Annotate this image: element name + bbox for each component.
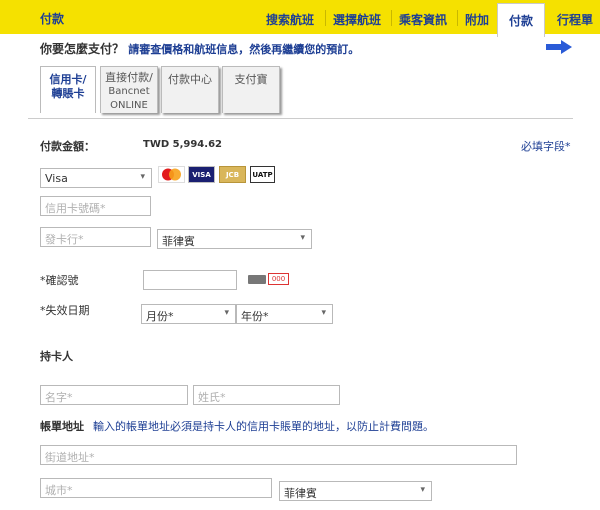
expiry-month-select[interactable]: 月份* xyxy=(141,304,236,324)
cvv-icon-text: 000 xyxy=(268,273,289,285)
street-placeholder: 街道地址* xyxy=(45,451,95,464)
expiry-month-value: 月份* xyxy=(146,310,174,323)
top-bar: 付款 搜索航班 選擇航班 乘客資訊 附加 付款 行程單 xyxy=(0,0,600,37)
nav-select-flight[interactable]: 選擇航班 xyxy=(333,11,381,28)
divider xyxy=(28,118,573,119)
issuer-country-select[interactable]: 菲律賓 xyxy=(157,229,312,249)
tab-credit-card[interactable]: 信用卡/ 轉賬卡 xyxy=(40,66,96,113)
card-number-input[interactable]: 信用卡號碼* xyxy=(40,196,151,216)
country-value: 菲律賓 xyxy=(284,487,317,500)
required-fields-note: 必填字段* xyxy=(521,140,571,153)
issuer-input[interactable]: 發卡行* xyxy=(40,227,151,247)
payment-question-text: 你要怎麼支付？ xyxy=(40,42,125,56)
cardholder-heading: 持卡人 xyxy=(40,350,73,363)
nav-extras[interactable]: 附加 xyxy=(465,11,489,28)
expiry-year-select[interactable]: 年份* xyxy=(236,304,333,324)
amount-value: TWD 5,994.62 xyxy=(143,139,222,150)
card-stripe xyxy=(248,275,266,284)
tab-direct-payment[interactable]: 直接付款/ Bancnet ONLINE xyxy=(100,66,158,113)
tab-payment-center[interactable]: 付款中心 xyxy=(161,66,219,113)
issuer-placeholder: 發卡行* xyxy=(45,233,84,246)
billing-address-note: 輸入的帳單地址必須是持卡人的信用卡賬單的地址，以防止計費問題。 xyxy=(93,420,434,433)
card-type-select[interactable]: Visa xyxy=(40,168,152,188)
amount-label: 付款金額： xyxy=(40,140,95,153)
last-name-placeholder: 姓氏* xyxy=(198,391,226,404)
tab-alipay[interactable]: 支付寶 xyxy=(222,66,280,113)
tab-label: 直接付款/ xyxy=(105,71,153,84)
expiry-label: *失效日期 xyxy=(40,304,90,317)
country-select[interactable]: 菲律賓 xyxy=(279,481,432,501)
page-title: 付款 xyxy=(40,12,65,26)
nav-divider xyxy=(325,10,326,26)
cvv-label: *確認號 xyxy=(40,274,79,287)
city-input[interactable]: 城市* xyxy=(40,478,272,498)
last-name-input[interactable]: 姓氏* xyxy=(193,385,340,405)
tab-label: Bancnet xyxy=(108,86,150,97)
nav-search-flights[interactable]: 搜索航班 xyxy=(266,11,314,28)
expiry-year-value: 年份* xyxy=(241,310,269,323)
city-placeholder: 城市* xyxy=(45,484,73,497)
jcb-icon-label: JCB xyxy=(225,171,240,179)
arrow-right-icon[interactable] xyxy=(546,40,572,54)
cvv-card-icon: 000 xyxy=(248,273,289,285)
visa-icon-label: VISA xyxy=(192,171,211,179)
nav-divider xyxy=(391,10,392,26)
first-name-input[interactable]: 名字* xyxy=(40,385,188,405)
first-name-placeholder: 名字* xyxy=(45,391,73,404)
nav-payment-label: 付款 xyxy=(509,14,534,28)
nav-divider xyxy=(457,10,458,26)
uatp-icon-label: UATP xyxy=(252,171,273,179)
visa-icon: VISA xyxy=(188,166,215,183)
card-type-value: Visa xyxy=(45,172,68,185)
mastercard-icon xyxy=(158,166,185,183)
tab-label: ONLINE xyxy=(110,100,148,111)
tab-label: 轉賬卡 xyxy=(51,87,85,100)
cvv-input[interactable] xyxy=(143,270,237,290)
uatp-icon: UATP xyxy=(250,166,275,183)
nav-passenger-info[interactable]: 乘客資訊 xyxy=(399,11,447,28)
issuer-country-value: 菲律賓 xyxy=(162,235,195,248)
billing-address-heading: 帳單地址 xyxy=(40,420,84,433)
card-number-placeholder: 信用卡號碼* xyxy=(45,202,106,215)
payment-question-hint: 請審查價格和航班信息，然後再繼續您的預訂。 xyxy=(128,43,360,56)
nav-payment-active-tab[interactable]: 付款 xyxy=(497,3,545,37)
tab-label: 付款中心 xyxy=(168,73,212,86)
jcb-icon: JCB xyxy=(219,166,246,183)
payment-question: 你要怎麼支付？ 請審查價格和航班信息，然後再繼續您的預訂。 xyxy=(40,40,359,57)
nav-itinerary[interactable]: 行程單 xyxy=(557,11,593,28)
tab-label: 信用卡/ xyxy=(49,73,87,86)
tab-label: 支付寶 xyxy=(234,73,268,86)
street-address-input[interactable]: 街道地址* xyxy=(40,445,517,465)
